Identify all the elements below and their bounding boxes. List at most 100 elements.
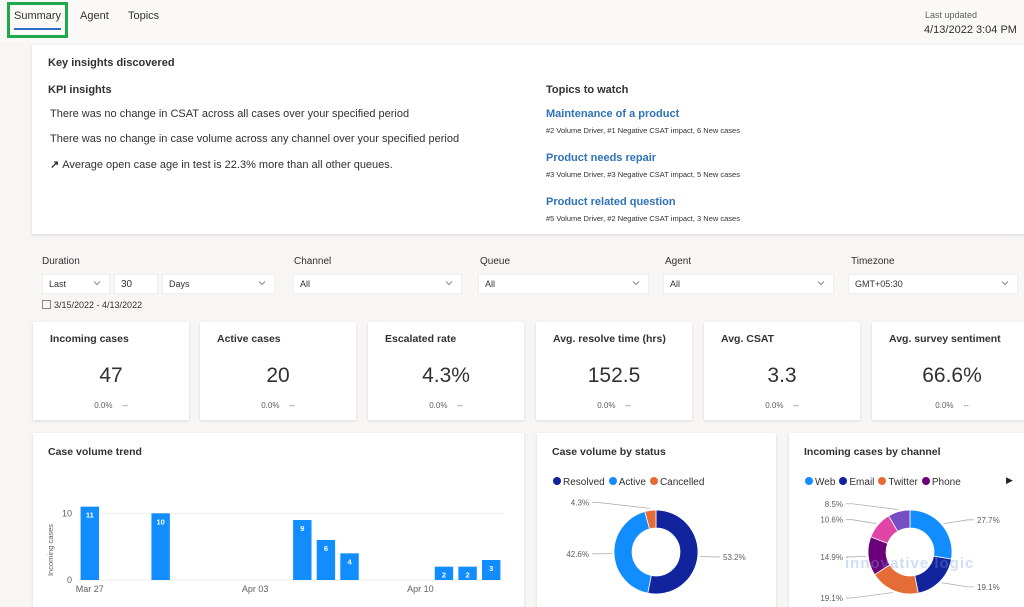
kpi-value: 20 — [266, 364, 290, 387]
agent-value: All — [670, 279, 681, 289]
topic-description: #2 Volume Driver, #1 Negative CSAT impac… — [546, 126, 740, 135]
slice-data-label: 8.5% — [825, 500, 843, 509]
kpi-tile-escalated-rate: Escalated rate 4.3% 0.0% -- — [368, 322, 524, 420]
duration-unit-select[interactable]: Days — [162, 274, 275, 294]
kpi-change-percent: 0.0% — [935, 401, 954, 410]
kpi-change: 0.0% -- — [200, 401, 356, 410]
donut-slice — [909, 509, 953, 560]
chevron-down-icon — [1001, 281, 1009, 286]
kpi-insight-text: There was no change in case volume acros… — [50, 133, 460, 145]
topic-description: #3 Volume Driver, #3 Negative CSAT impac… — [546, 170, 740, 179]
kpi-insights-title: KPI insights — [48, 84, 112, 96]
kpi-insight-text: There was no change in CSAT across all c… — [50, 108, 410, 120]
timezone-label: Timezone — [851, 256, 895, 267]
duration-unit-value: Days — [169, 279, 190, 289]
donut-slice — [613, 511, 652, 594]
bar-data-label: 6 — [324, 544, 328, 553]
slice-data-label: 42.6% — [566, 550, 589, 559]
timezone-select[interactable]: GMT+05:30 — [848, 274, 1018, 294]
kpi-title: Avg. CSAT — [721, 333, 775, 345]
last-updated-value: 4/13/2022 3:04 PM — [924, 24, 1017, 36]
leader-line — [846, 555, 867, 558]
duration-mode-select[interactable]: Last — [42, 274, 110, 294]
arrow-up-right-icon: ↗ — [50, 159, 60, 171]
bar-data-label: 10 — [156, 517, 164, 526]
channel-select[interactable]: All — [293, 274, 462, 294]
kpi-value: 47 — [99, 364, 123, 387]
duration-mode-value: Last — [49, 279, 67, 289]
insights-title: Key insights discovered — [48, 57, 175, 69]
kpi-value: 3.3 — [767, 364, 797, 387]
kpi-change: 0.0% -- — [704, 401, 860, 410]
channel-label: Channel — [294, 256, 332, 267]
leader-line — [699, 555, 720, 558]
kpi-change: 0.0% -- — [536, 401, 692, 410]
channel-value: All — [300, 279, 311, 289]
kpi-title: Escalated rate — [385, 333, 457, 345]
timezone-value: GMT+05:30 — [855, 279, 903, 289]
kpi-title: Avg. resolve time (hrs) — [553, 333, 666, 345]
date-range-text: 3/15/2022 - 4/13/2022 — [54, 300, 143, 310]
donut-slice — [914, 555, 952, 594]
kpi-insight-item: ↗ Average open case age in test is 22.3% … — [50, 158, 393, 171]
kpi-tile-incoming-cases: Incoming cases 47 0.0% -- — [33, 322, 189, 420]
leader-line — [846, 519, 877, 524]
chevron-down-icon — [632, 281, 640, 286]
x-tick-label: Apr 10 — [407, 584, 434, 594]
kpi-tile-active-cases: Active cases 20 0.0% -- — [200, 322, 356, 420]
topic-description: #5 Volume Driver, #2 Negative CSAT impac… — [546, 214, 740, 223]
leader-line — [592, 502, 651, 509]
kpi-trend: -- — [793, 401, 799, 410]
kpi-trend: -- — [122, 401, 128, 410]
kpi-tile-avg-resolve-time: Avg. resolve time (hrs) 152.5 0.0% -- — [536, 322, 692, 420]
slice-data-label: 19.1% — [977, 583, 1000, 592]
bar-data-label: 11 — [86, 511, 94, 520]
kpi-value: 152.5 — [587, 364, 641, 387]
queue-label: Queue — [480, 256, 511, 267]
x-tick-label: Apr 03 — [242, 584, 269, 594]
topics-to-watch-title: Topics to watch — [546, 84, 629, 96]
case-volume-by-status-card: Case volume by status Resolved Active Canc… — [537, 433, 776, 607]
kpi-title: Active cases — [217, 333, 281, 345]
duration-count-input[interactable]: 30 — [114, 274, 158, 294]
kpi-trend: -- — [963, 401, 969, 410]
chevron-down-icon — [93, 281, 101, 286]
bar-data-label: 2 — [465, 571, 469, 580]
tab-agent[interactable]: Agent — [80, 10, 109, 22]
bar-data-label: 3 — [489, 564, 493, 573]
kpi-change-percent: 0.0% — [765, 401, 784, 410]
slice-data-label: 10.6% — [820, 516, 843, 525]
leader-line — [943, 519, 974, 525]
kpi-value: 66.6% — [922, 364, 982, 387]
calendar-icon — [42, 300, 51, 309]
slice-data-label: 27.7% — [977, 516, 1000, 525]
bar-data-label: 9 — [300, 524, 304, 533]
bar-data-label: 2 — [442, 571, 446, 580]
highlight-annotation — [7, 2, 68, 38]
kpi-change-percent: 0.0% — [261, 401, 280, 410]
kpi-change: 0.0% -- — [368, 401, 524, 410]
slice-data-label: 53.2% — [723, 553, 746, 562]
y-axis-label: Incoming cases — [46, 524, 55, 576]
kpi-tile-avg-survey-sentiment: Avg. survey sentiment 66.6% 0.0% -- — [872, 322, 1024, 420]
kpi-insight-item: There was no change in case volume acros… — [50, 133, 459, 145]
kpi-change: 0.0% -- — [33, 401, 189, 410]
kpi-change-percent: 0.0% — [597, 401, 616, 410]
kpi-change: 0.0% -- — [872, 401, 1024, 410]
kpi-tile-avg-csat: Avg. CSAT 3.3 0.0% -- — [704, 322, 860, 420]
slice-data-label: 4.3% — [571, 498, 589, 507]
topic-link[interactable]: Product needs repair — [546, 152, 656, 164]
topic-link[interactable]: Product related question — [546, 196, 676, 208]
kpi-title: Incoming cases — [50, 333, 129, 345]
agent-label: Agent — [665, 256, 692, 267]
kpi-insight-item: There was no change in CSAT across all c… — [50, 108, 409, 120]
tab-topics[interactable]: Topics — [128, 10, 159, 22]
queue-select[interactable]: All — [478, 274, 649, 294]
last-updated-label: Last updated — [925, 10, 978, 20]
chevron-down-icon — [258, 281, 266, 286]
kpi-trend: -- — [625, 401, 631, 410]
agent-select[interactable]: All — [663, 274, 834, 294]
date-range: 3/15/2022 - 4/13/2022 — [42, 300, 142, 310]
case-volume-trend-card: Case volume trend 0 10 Incoming cases 11 10 9… — [33, 433, 524, 607]
topic-link[interactable]: Maintenance of a product — [546, 108, 679, 120]
